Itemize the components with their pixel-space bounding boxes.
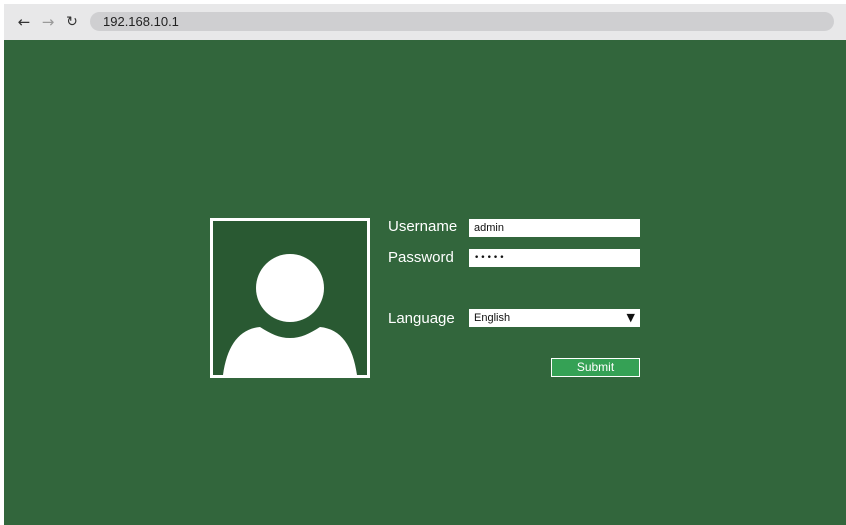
password-field[interactable]: •••••	[469, 249, 640, 267]
dropdown-triangle-icon: ▼	[626, 311, 635, 324]
language-selected-value: English	[474, 312, 511, 324]
browser-toolbar: ← → ↻ 192.168.10.1	[4, 4, 846, 40]
browser-window: ← → ↻ 192.168.10.1 Username admin Passwo…	[4, 4, 846, 525]
language-select[interactable]: English ▼	[469, 309, 640, 327]
back-arrow-icon[interactable]: ←	[14, 12, 34, 32]
forward-arrow-icon[interactable]: →	[38, 12, 58, 32]
username-label: Username	[388, 218, 458, 235]
language-label: Language	[388, 310, 455, 327]
password-label: Password	[388, 249, 454, 266]
user-silhouette-icon	[223, 254, 357, 375]
avatar	[210, 218, 370, 378]
address-text: 192.168.10.1	[103, 14, 179, 29]
login-page: Username admin Password ••••• Language E…	[4, 40, 846, 525]
address-bar[interactable]: 192.168.10.1	[90, 12, 834, 31]
username-field[interactable]: admin	[469, 219, 640, 237]
reload-icon[interactable]: ↻	[62, 12, 82, 32]
submit-button[interactable]: Submit	[551, 358, 640, 377]
